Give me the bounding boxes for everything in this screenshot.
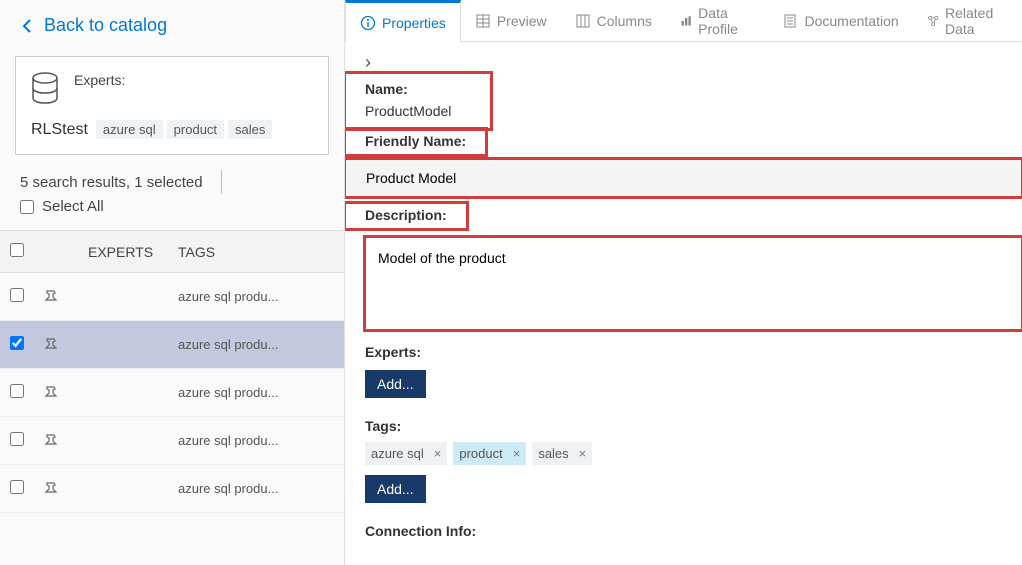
friendly-name-block: Friendly Name:	[345, 129, 1022, 197]
select-all-label: Select All	[42, 198, 104, 215]
tag-chip-label: sales	[538, 446, 568, 461]
pin-icon[interactable]	[44, 383, 60, 399]
row-checkbox[interactable]	[10, 384, 24, 398]
separator	[221, 170, 222, 194]
card-experts-label: Experts:	[74, 72, 125, 88]
left-panel: Back to catalog Experts: RLStest azure s…	[0, 0, 345, 565]
row-checkbox[interactable]	[10, 480, 24, 494]
info-icon	[360, 15, 376, 31]
right-panel: Properties Preview Columns Data Profile …	[345, 0, 1022, 565]
related-data-icon	[927, 13, 939, 29]
col-tags[interactable]: TAGS	[168, 231, 344, 273]
description-block: Description:	[345, 197, 1022, 330]
name-block: Name: ProductModel	[345, 73, 491, 129]
grid-icon	[475, 13, 491, 29]
table-row[interactable]: azure sql produ...	[0, 273, 344, 321]
card-tag[interactable]: sales	[228, 120, 272, 139]
tab-properties[interactable]: Properties	[345, 0, 461, 42]
pin-icon[interactable]	[44, 479, 60, 495]
select-all-row[interactable]: Select All	[0, 194, 344, 230]
header-checkbox[interactable]	[10, 243, 24, 257]
name-value: ProductModel	[365, 101, 471, 121]
tag-remove-icon[interactable]: ×	[513, 446, 521, 461]
card-tags: azure sql product sales	[96, 120, 272, 139]
tab-related-data-label: Related Data	[945, 5, 1008, 37]
select-all-checkbox[interactable]	[20, 200, 34, 214]
row-checkbox[interactable]	[10, 432, 24, 446]
tab-related-data[interactable]: Related Data	[913, 0, 1022, 41]
col-experts[interactable]: EXPERTS	[78, 231, 168, 273]
document-icon	[782, 13, 798, 29]
tag-chip-label: azure sql	[371, 446, 424, 461]
pin-icon[interactable]	[44, 287, 60, 303]
pin-icon[interactable]	[44, 431, 60, 447]
tab-preview-label: Preview	[497, 13, 547, 29]
bar-chart-icon	[680, 13, 692, 29]
tag-chip[interactable]: azure sql ×	[365, 442, 447, 465]
card-name: RLStest	[31, 121, 88, 139]
experts-label: Experts:	[345, 330, 1022, 364]
tab-preview[interactable]: Preview	[461, 0, 561, 41]
table-row[interactable]: azure sql produ...	[0, 417, 344, 465]
search-summary: 5 search results, 1 selected	[20, 174, 203, 191]
table-row[interactable]: azure sql produ...	[0, 321, 344, 369]
tag-remove-icon[interactable]: ×	[434, 446, 442, 461]
collapse-toggle[interactable]: ›	[345, 52, 1022, 73]
row-tags: azure sql produ...	[168, 465, 344, 513]
pin-icon[interactable]	[44, 335, 60, 351]
row-checkbox[interactable]	[10, 288, 24, 302]
tab-bar: Properties Preview Columns Data Profile …	[345, 0, 1022, 42]
friendly-name-input[interactable]	[346, 160, 1021, 196]
tag-chip[interactable]: sales ×	[532, 442, 592, 465]
tag-chip-label: product	[459, 446, 502, 461]
tab-data-profile[interactable]: Data Profile	[666, 0, 769, 41]
tab-documentation-label: Documentation	[804, 13, 898, 29]
back-to-catalog-link[interactable]: Back to catalog	[0, 0, 344, 41]
card-tag[interactable]: azure sql	[96, 120, 163, 139]
tab-data-profile-label: Data Profile	[698, 5, 754, 37]
arrow-left-icon	[20, 18, 36, 34]
row-checkbox[interactable]	[10, 336, 24, 350]
tab-columns[interactable]: Columns	[561, 0, 666, 41]
friendly-name-label: Friendly Name:	[365, 133, 466, 149]
card-tag[interactable]: product	[167, 120, 224, 139]
row-tags: azure sql produ...	[168, 417, 344, 465]
add-tag-button[interactable]: Add...	[365, 475, 426, 503]
row-tags: azure sql produ...	[168, 369, 344, 417]
row-tags: azure sql produ...	[168, 321, 344, 369]
tag-chip[interactable]: product ×	[453, 442, 526, 465]
table-row[interactable]: azure sql produ...	[0, 465, 344, 513]
description-input[interactable]	[366, 238, 1021, 326]
tab-properties-label: Properties	[382, 15, 446, 31]
tags-label: Tags:	[345, 404, 1022, 438]
tag-editor: azure sql × product × sales ×	[345, 438, 1022, 469]
name-label: Name:	[365, 77, 471, 101]
tab-documentation[interactable]: Documentation	[768, 0, 912, 41]
description-label: Description:	[365, 207, 447, 223]
back-link-label: Back to catalog	[44, 15, 167, 36]
properties-content: › Name: ProductModel Friendly Name: Desc…	[345, 42, 1022, 565]
catalog-card: Experts: RLStest azure sql product sales	[15, 56, 329, 155]
table-row[interactable]: azure sql produ...	[0, 369, 344, 417]
tab-columns-label: Columns	[597, 13, 652, 29]
row-tags: azure sql produ...	[168, 273, 344, 321]
connection-info-label: Connection Info:	[345, 509, 1022, 543]
database-icon	[31, 72, 59, 106]
columns-icon	[575, 13, 591, 29]
tag-remove-icon[interactable]: ×	[579, 446, 587, 461]
results-table: EXPERTS TAGS azure sql produ...azure sql…	[0, 230, 344, 513]
add-expert-button[interactable]: Add...	[365, 370, 426, 398]
